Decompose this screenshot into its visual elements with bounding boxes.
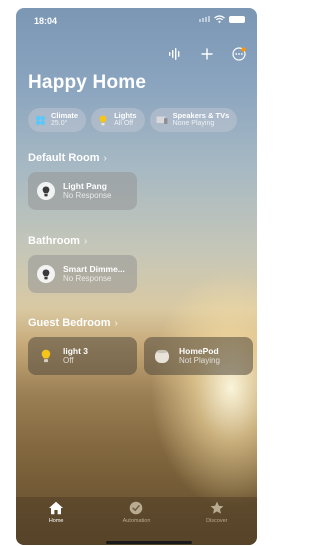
home-app-screen: 18:04 Happy Home Climate 25.0° Lights Al… xyxy=(16,8,257,545)
accessory-name: HomePod xyxy=(179,346,219,356)
accessory-tile-homepod[interactable]: HomePod Not Playing xyxy=(144,337,253,375)
battery-icon xyxy=(229,15,245,23)
category-chips: Climate 25.0° Lights All Off Speakers & … xyxy=(28,108,238,132)
room-header-bathroom[interactable]: Bathroom › xyxy=(28,235,87,247)
wifi-icon xyxy=(214,15,225,23)
chip-climate[interactable]: Climate 25.0° xyxy=(28,108,87,132)
intercom-waveform-icon[interactable] xyxy=(167,46,183,62)
fan-icon xyxy=(34,114,46,126)
chevron-right-icon: › xyxy=(83,235,88,247)
tab-label: Automation xyxy=(122,518,151,524)
lightbulb-icon xyxy=(37,347,55,365)
chevron-right-icon: › xyxy=(103,152,107,164)
room-name: Default Room xyxy=(28,152,100,164)
accessory-status: No Response xyxy=(63,274,112,283)
chevron-right-icon: › xyxy=(114,317,118,329)
accessory-status: Off xyxy=(63,356,74,365)
room-name: Guest Bedroom xyxy=(28,317,111,329)
home-indicator[interactable] xyxy=(106,541,192,544)
status-time: 18:04 xyxy=(34,16,58,26)
more-options-icon[interactable] xyxy=(231,46,247,62)
accessory-tile-smart-dimmer[interactable]: Smart Dimme... No Response xyxy=(28,255,137,293)
accessory-tile-light-pang[interactable]: Light Pang No Response xyxy=(28,172,137,210)
accessory-name: Light Pang xyxy=(63,181,107,191)
room-header-guest-bedroom[interactable]: Guest Bedroom › xyxy=(28,317,118,329)
chip-sub: None Playing xyxy=(172,120,215,127)
chip-sub: All Off xyxy=(114,120,134,127)
accessory-status: No Response xyxy=(63,191,112,200)
lightbulb-icon xyxy=(37,265,55,283)
lightbulb-icon xyxy=(97,114,109,126)
chip-speakers-tvs[interactable]: Speakers & TVs None Playing xyxy=(149,108,238,132)
room-header-default-room[interactable]: Default Room › xyxy=(28,152,107,164)
status-icons xyxy=(199,15,245,23)
lightbulb-icon xyxy=(37,182,55,200)
accessory-status: Not Playing xyxy=(179,356,220,365)
star-icon xyxy=(210,501,224,514)
accessory-name: light 3 xyxy=(63,346,89,356)
tab-automation[interactable]: Automation xyxy=(106,501,166,524)
tab-label: Home xyxy=(48,518,64,524)
clock-check-icon xyxy=(130,501,143,515)
signal-icon xyxy=(199,16,210,22)
homepod-icon xyxy=(153,347,171,365)
tab-bar: Home Automation Discover xyxy=(16,497,257,545)
house-icon xyxy=(49,501,64,515)
chip-label: Lights xyxy=(114,111,137,120)
add-icon[interactable] xyxy=(199,46,215,62)
chip-sub: 25.0° xyxy=(51,120,68,127)
tab-home[interactable]: Home xyxy=(26,501,86,524)
chip-label: Speakers & TVs xyxy=(172,111,230,120)
tab-label: Discover xyxy=(206,518,228,524)
home-title: Happy Home xyxy=(28,72,147,93)
room-name: Bathroom xyxy=(28,235,80,247)
tab-discover[interactable]: Discover xyxy=(187,501,247,524)
tv-icon xyxy=(156,114,168,126)
chip-lights[interactable]: Lights All Off xyxy=(91,108,145,132)
accessory-name: Smart Dimme... xyxy=(63,264,125,274)
top-actions xyxy=(167,46,247,62)
accessory-tile-light-3[interactable]: light 3 Off xyxy=(28,337,137,375)
chip-label: Climate xyxy=(51,111,79,120)
